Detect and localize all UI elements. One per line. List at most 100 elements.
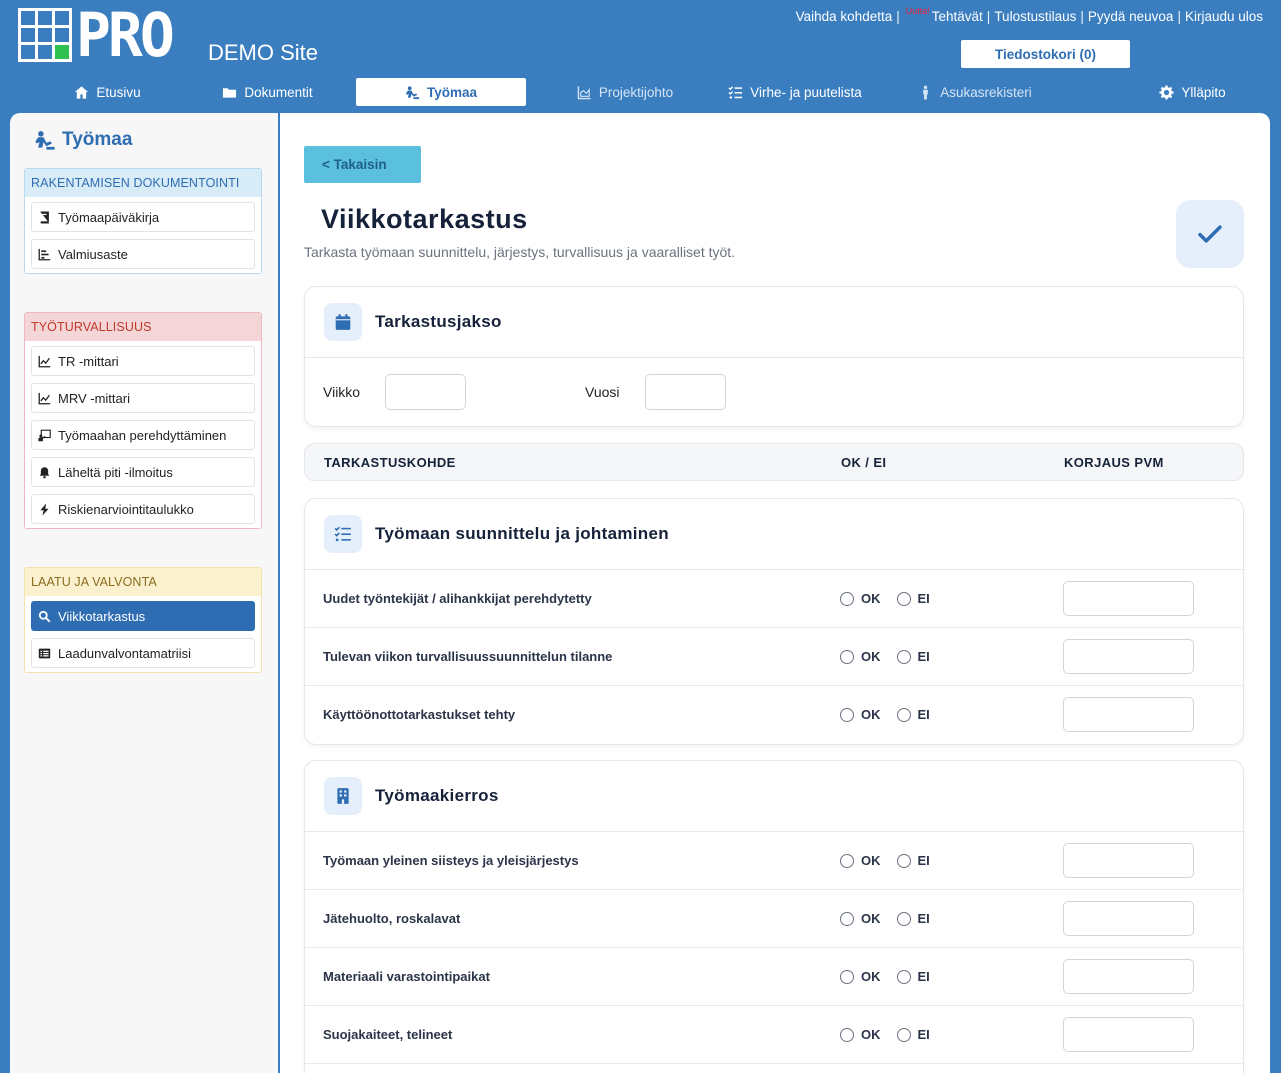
app-logo[interactable]: PRO (18, 5, 175, 65)
sidebar-item-lahelta-piti[interactable]: Läheltä piti -ilmoitus (31, 457, 255, 487)
sidebar-item-tyomaapaivakirja[interactable]: Työmaapäiväkirja (31, 202, 255, 232)
ei-label: EI (917, 911, 930, 926)
nav-item-label: Etusivu (96, 84, 141, 100)
bell-icon (39, 466, 50, 478)
sidebar-item-laadunvalvontamatriisi[interactable]: Laadunvalvontamatriisi (31, 638, 255, 668)
back-button[interactable]: < Takaisin (304, 146, 421, 183)
fix-date-input[interactable] (1063, 901, 1194, 936)
checklist-row: Uudet työntekijät / alihankkijat perehdy… (305, 570, 1243, 628)
sidebar: Työmaa RAKENTAMISEN DOKUMENTOINTI Työmaa… (10, 113, 279, 1073)
ei-radio[interactable] (896, 707, 911, 722)
ok-radio[interactable] (840, 591, 854, 606)
folder-icon (223, 87, 237, 98)
section-header: Työmaakierros (305, 761, 1243, 832)
page-subtitle: Tarkasta työmaan suunnittelu, järjestys,… (304, 244, 736, 260)
sidebar-item-label: Valmiusaste (58, 246, 128, 262)
fix-date-input[interactable] (1063, 959, 1194, 994)
nav-item-label: Projektijohto (598, 84, 674, 100)
nav-item-etusivu[interactable]: Etusivu (40, 78, 175, 106)
file-cart-button[interactable]: Tiedostokori (0) (961, 40, 1130, 68)
home-icon (75, 85, 89, 99)
ask-advice-link[interactable]: Pyydä neuvoa (1088, 9, 1174, 24)
sidebar-item-tr-mittari[interactable]: TR -mittari (31, 346, 255, 376)
checklist-row-label: Käyttöönottotarkastukset tehty (323, 707, 516, 722)
page-title: Viikkotarkastus (321, 204, 528, 234)
ei-radio[interactable] (896, 853, 911, 868)
fix-date-input[interactable] (1063, 1017, 1194, 1052)
sidebar-item-label: TR -mittari (58, 353, 119, 369)
checklist-row-label: Materiaali varastointipaikat (323, 969, 490, 984)
sidebar-item-label: Työmaapäiväkirja (58, 209, 160, 225)
fix-date-input[interactable] (1063, 843, 1194, 878)
gear-icon (1159, 84, 1174, 100)
link-separator: | (896, 9, 900, 24)
ok-ei-radio-group: OK EI (840, 969, 930, 984)
logout-link[interactable]: Kirjaudu ulos (1185, 9, 1263, 24)
tasks-link[interactable]: Tehtävät (932, 9, 983, 24)
nav-item-dokumentit[interactable]: Dokumentit (200, 78, 335, 106)
nav-item-asukasrekisteri[interactable]: Asukasrekisteri (900, 78, 1050, 106)
change-site-link[interactable]: Vaihda kohdetta (796, 9, 893, 24)
site-name: DEMO Site (208, 40, 319, 65)
nav-item-tyomaa[interactable]: Työmaa (356, 78, 526, 106)
ok-ei-radio-group: OK EI (840, 649, 930, 664)
nav-item-projektijohto[interactable]: Projektijohto (545, 78, 705, 106)
checklist-row-label: Työmaan yleinen siisteys ja yleisjärjest… (323, 853, 579, 868)
new-badge: Uutta! (905, 6, 930, 16)
section-title: Työmaakierros (375, 786, 499, 805)
sidebar-item-valmiusaste[interactable]: Valmiusaste (31, 239, 255, 269)
ei-label: EI (917, 649, 930, 664)
ok-radio[interactable] (840, 853, 854, 868)
sidebar-item-viikkotarkastus[interactable]: Viikkotarkastus (31, 601, 255, 631)
sidebar-title: Työmaa (34, 129, 132, 151)
sidebar-section-title: RAKENTAMISEN DOKUMENTOINTI (25, 169, 261, 197)
fix-date-input[interactable] (1063, 697, 1194, 732)
checklist-row: Jätehuolto, roskalavat OK EI (305, 890, 1243, 948)
section-header: Työmaan suunnittelu ja johtaminen (305, 499, 1243, 570)
ok-ei-radio-group: OK EI (840, 591, 930, 606)
print-order-link[interactable]: Tulostustilaus (994, 9, 1076, 24)
week-input[interactable] (385, 374, 466, 410)
checklist-column-header: TARKASTUSKOHDE OK / EI KORJAUS PVM (304, 443, 1244, 481)
ei-radio[interactable] (896, 911, 911, 926)
checklist-row: Tulevan viikon turvallisuussuunnittelun … (305, 628, 1243, 686)
sidebar-section-quality: LAATU JA VALVONTA Viikkotarkastus Laadun… (24, 567, 262, 673)
ok-radio[interactable] (840, 969, 854, 984)
column-header-fix-date: KORJAUS PVM (1064, 455, 1164, 470)
checklist-row: Työmaan yleinen siisteys ja yleisjärjest… (305, 832, 1243, 890)
nav-item-label: Ylläpito (1181, 84, 1226, 100)
main-nav: Etusivu Dokumentit Työmaa Projektijohto … (0, 78, 1281, 106)
ei-label: EI (917, 853, 930, 868)
ok-radio[interactable] (840, 649, 854, 664)
sidebar-title-label: Työmaa (62, 129, 133, 150)
sidebar-item-perehdyttaminen[interactable]: Työmaahan perehdyttäminen (31, 420, 255, 450)
ok-label: OK (861, 649, 881, 664)
checklist-row: Suojakaiteet, telineet OK EI (305, 1006, 1243, 1064)
ei-radio[interactable] (896, 969, 911, 984)
ok-radio[interactable] (840, 707, 854, 722)
fix-date-input[interactable] (1063, 581, 1194, 616)
year-input[interactable] (645, 374, 726, 410)
line-chart-icon (38, 355, 51, 367)
sidebar-item-label: Riskienarviointitaulukko (58, 501, 194, 517)
checklist-row-label: Suojakaiteet, telineet (323, 1027, 453, 1042)
nav-item-virhe-ja-puutelista[interactable]: Virhe- ja puutelista (710, 78, 880, 106)
sidebar-section-title: TYÖTURVALLISUUS (25, 313, 261, 341)
ei-label: EI (917, 969, 930, 984)
ei-radio[interactable] (896, 1027, 911, 1042)
sidebar-item-mrv-mittari[interactable]: MRV -mittari (31, 383, 255, 413)
sidebar-item-label: Työmaahan perehdyttäminen (58, 427, 227, 443)
ei-radio[interactable] (896, 591, 911, 606)
fix-date-input[interactable] (1063, 639, 1194, 674)
link-separator: | (1177, 9, 1181, 24)
sidebar-item-riskienarviointi[interactable]: Riskienarviointitaulukko (31, 494, 255, 524)
bolt-icon (40, 502, 49, 516)
column-header-item: TARKASTUSKOHDE (324, 455, 456, 470)
checklist-section-planning: Työmaan suunnittelu ja johtaminen Uudet … (304, 498, 1244, 745)
ei-radio[interactable] (896, 649, 911, 664)
ok-radio[interactable] (840, 911, 854, 926)
nav-item-yllapito[interactable]: Ylläpito (1130, 78, 1255, 106)
ok-radio[interactable] (840, 1027, 854, 1042)
sidebar-section-title: LAATU JA VALVONTA (25, 568, 261, 596)
check-icon (1176, 200, 1244, 268)
